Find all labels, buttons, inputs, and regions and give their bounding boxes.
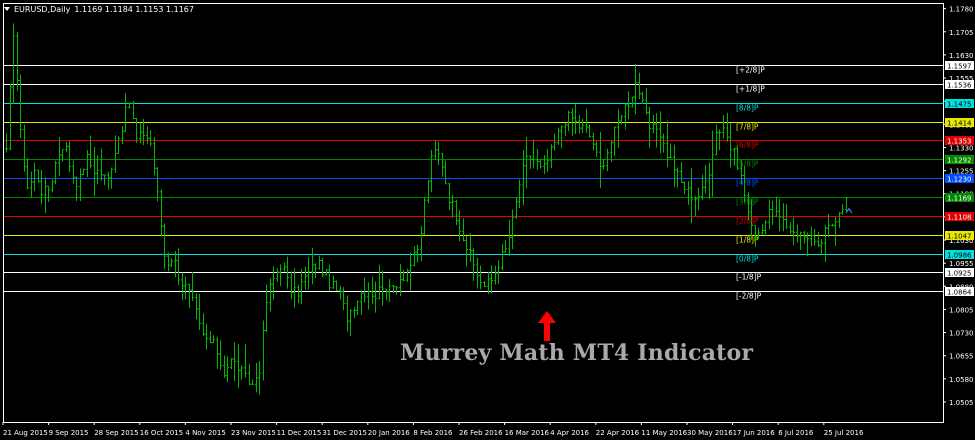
- level-price-tag-text: 1.0925: [947, 270, 972, 278]
- time-tick-label: 25 Jul 2016: [824, 429, 864, 437]
- time-axis: 21 Aug 2015 9 Sep 2015 28 Sep 2015 16 Oct 2…: [2, 422, 864, 437]
- murrey-level-label: [-2/8]P: [736, 292, 762, 301]
- time-tick-label: 23 Nov 2015: [231, 429, 276, 437]
- murrey-level-label: [2/8]P: [736, 217, 759, 226]
- murrey-level-label: [+1/8]P: [736, 85, 765, 94]
- time-tick-label: 16 Oct 2015: [140, 429, 183, 437]
- time-tick-label: 8 Feb 2016: [413, 429, 453, 437]
- price-tick-label: 1.0580: [949, 376, 974, 384]
- level-price-tag-text: 1.0986: [947, 252, 972, 260]
- level-price-tag-text: 1.1047: [947, 233, 972, 241]
- level-price-tag-text: 1.1597: [947, 63, 972, 71]
- time-tick-label: 11 May 2016: [641, 429, 687, 437]
- ohlc-readout: 1.1169 1.1184 1.1153 1.1167: [74, 4, 194, 14]
- symbol-bar[interactable]: EURUSD,Daily 1.1169 1.1184 1.1153 1.1167: [4, 2, 194, 16]
- time-tick-label: 21 Aug 2015: [3, 429, 48, 437]
- price-tick-label: 1.0955: [949, 260, 974, 268]
- price-tick-label: 1.1705: [949, 29, 974, 37]
- time-tick-label: 31 Dec 2015: [322, 429, 367, 437]
- level-price-tag-text: 1.1414: [947, 120, 972, 128]
- time-tick-label: 17 Jun 2016: [733, 429, 776, 437]
- time-tick-label: 6 Jul 2016: [778, 429, 814, 437]
- price-tick-label: 1.0730: [949, 330, 974, 338]
- time-tick-label: 4 Apr 2016: [550, 429, 589, 437]
- time-tick-label: 30 May 2016: [687, 429, 733, 437]
- price-tick-label: 1.1780: [949, 6, 974, 14]
- murrey-level-label: [3/8]P: [736, 198, 759, 207]
- time-tick-label: 4 Nov 2015: [185, 429, 225, 437]
- murrey-level-label: [7/8]P: [736, 123, 759, 132]
- price-chart[interactable]: [+2/8]P [+1/8]P [8/8]P [7/8]P [6/8]P [5/8]P [4…: [0, 0, 975, 440]
- price-tick-label: 1.0805: [949, 306, 974, 314]
- level-price-tag-text: 1.1169: [947, 195, 972, 203]
- time-tick-label: 16 Mar 2016: [505, 429, 550, 437]
- level-price-tag-text: 1.0864: [947, 289, 972, 297]
- murrey-level-label: [8/8]P: [736, 104, 759, 113]
- time-tick-label: 22 Apr 2016: [596, 429, 640, 437]
- price-tick-label: 1.0505: [949, 399, 974, 407]
- time-tick-label: 28 Sep 2015: [94, 429, 138, 437]
- time-tick-label: 11 Dec 2015: [277, 429, 322, 437]
- murrey-level-label: [+2/8]P: [736, 66, 765, 75]
- time-tick-label: 26 Feb 2016: [459, 429, 503, 437]
- red-up-arrow-icon: [538, 311, 556, 341]
- level-price-tag-text: 1.1475: [947, 101, 972, 109]
- symbol-title: EURUSD,Daily: [14, 4, 71, 14]
- level-price-tag-text: 1.1353: [947, 138, 972, 146]
- level-price-tag-text: 1.1292: [947, 157, 972, 165]
- time-tick-label: 9 Sep 2015: [49, 429, 89, 437]
- level-price-tag-text: 1.1536: [947, 82, 972, 90]
- level-price-tag-text: 1.1108: [947, 214, 972, 222]
- triangle-down-icon[interactable]: [4, 7, 10, 11]
- murrey-level-label: [5/8]P: [736, 160, 759, 169]
- price-tick-label: 1.0655: [949, 353, 974, 361]
- price-tick-label: 1.1330: [949, 144, 974, 152]
- time-tick-label: 20 Jan 2016: [368, 429, 411, 437]
- level-price-tag-text: 1.1230: [947, 176, 972, 184]
- murrey-level-label: [-1/8]P: [736, 273, 762, 282]
- murrey-level-label: [0/8]P: [736, 255, 759, 264]
- watermark-title: Murrey Math MT4 Indicator: [400, 340, 754, 366]
- murrey-level-label: [4/8]P: [736, 179, 759, 188]
- murrey-level-label: [6/8]P: [736, 141, 759, 150]
- price-tick-label: 1.1630: [949, 52, 974, 60]
- chart-window[interactable]: [+2/8]P [+1/8]P [8/8]P [7/8]P [6/8]P [5/8]P [4…: [0, 0, 975, 440]
